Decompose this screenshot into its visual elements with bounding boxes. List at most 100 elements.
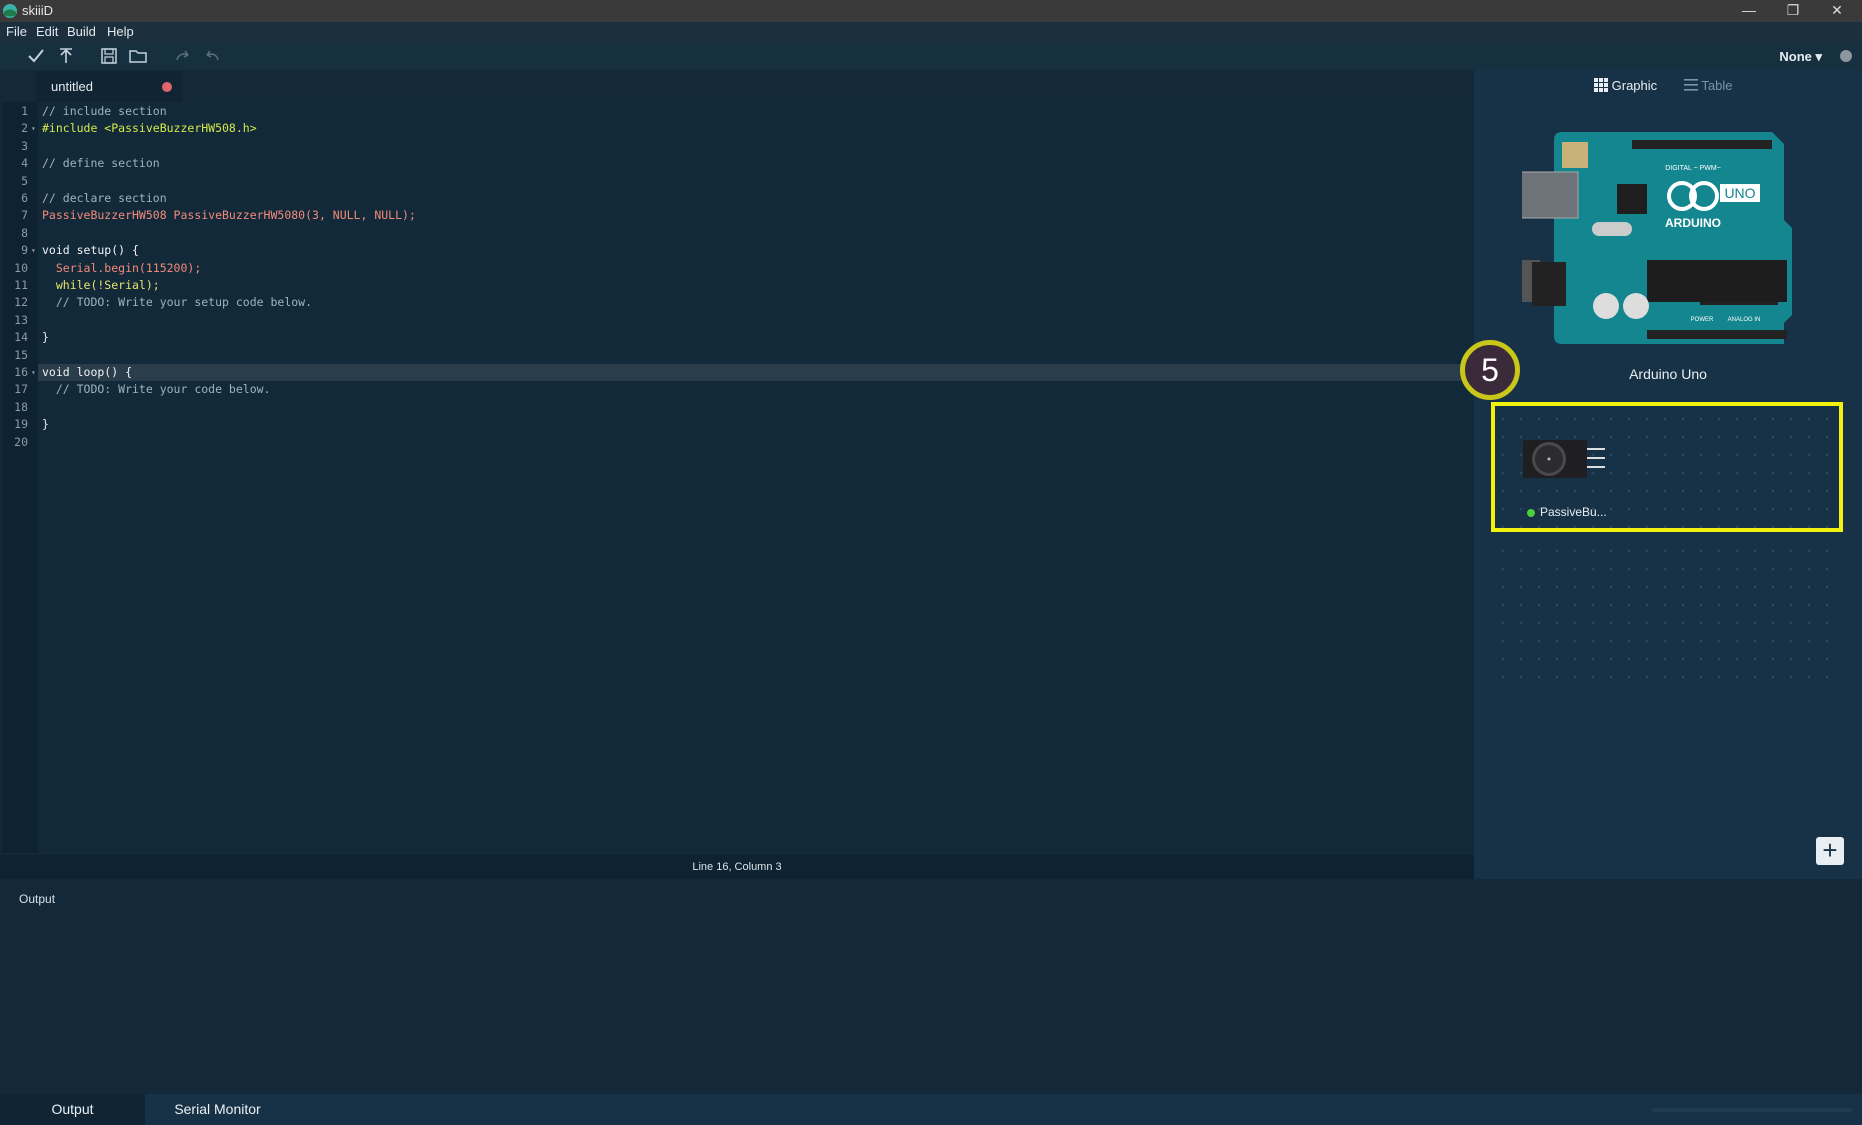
code-text: PassiveBuzzerHW508 PassiveBuzzerHW5080(3… <box>42 208 416 223</box>
code-text: // TODO: Write your code below. <box>42 382 271 397</box>
menu-build[interactable]: Build <box>67 24 96 39</box>
code-text: // include section <box>42 104 167 118</box>
code-line[interactable]: 11 while(!Serial); <box>14 277 1474 294</box>
restore-button[interactable]: ❐ <box>1771 0 1815 22</box>
redo-icon[interactable] <box>173 46 193 66</box>
progress-track <box>1652 1108 1852 1112</box>
tab-untitled[interactable]: untitled <box>36 71 182 102</box>
code-line[interactable]: 15 <box>14 347 1474 364</box>
line-number: 3 <box>21 138 28 153</box>
code-text: } <box>42 330 49 345</box>
folder-icon[interactable] <box>128 46 148 66</box>
close-button[interactable]: ✕ <box>1815 0 1859 22</box>
code-line[interactable]: 4 // define section <box>21 155 1474 172</box>
code-line[interactable]: 3 <box>21 138 1474 155</box>
line-number: 19 <box>14 417 28 432</box>
line-number: 16 <box>14 365 28 379</box>
menu-help[interactable]: Help <box>107 24 134 39</box>
editor-status-bar: Line 16, Column 3 <box>0 855 1474 879</box>
graphic-view-toggle[interactable]: Graphic <box>1594 78 1657 93</box>
board-digital-text: DIGITAL ~ PWM~ <box>1665 165 1721 172</box>
menu-file[interactable]: File <box>6 24 27 39</box>
code-line[interactable]: 17 // TODO: Write your code below. <box>14 381 1474 398</box>
code-line[interactable]: 20 <box>14 434 1474 451</box>
list-icon <box>1684 79 1698 91</box>
line-number: 10 <box>14 260 28 275</box>
arduino-uno-board[interactable]: UNO ARDUINO DIGITAL ~ PWM~ POWER ANALOG … <box>1522 130 1822 352</box>
line-number: 15 <box>14 347 28 362</box>
line-number: 13 <box>14 312 28 327</box>
code-line[interactable]: 16 ▾ void loop() { <box>14 364 1474 382</box>
toolbar: None ▾ <box>0 42 1862 71</box>
code-line[interactable]: 1 // include section <box>21 103 1474 120</box>
connection-status-icon <box>1840 50 1852 62</box>
output-panel: Output <box>0 879 1862 1094</box>
line-number: 9 <box>21 243 28 258</box>
board-arduino-text: ARDUINO <box>1665 216 1721 230</box>
output-title: Output <box>19 892 56 906</box>
code-line[interactable]: 14} <box>14 329 1474 346</box>
code-line[interactable]: 9 ▾ void setup() { <box>21 242 1474 259</box>
code-line[interactable]: 10 Serial.begin(115200); <box>14 260 1474 277</box>
code-line[interactable]: 13 <box>14 312 1474 329</box>
table-view-label: Table <box>1701 78 1733 93</box>
board-select-dropdown[interactable]: None ▾ <box>1779 49 1822 65</box>
code-text: // TODO: Write your setup code below. <box>42 295 313 310</box>
upload-arrow-icon[interactable] <box>56 46 76 66</box>
menu-bar: File Edit Build Help <box>0 22 1862 42</box>
code-text: void setup() { <box>42 243 139 258</box>
title-bar: skiiiD — ❐ ✕ <box>0 0 1862 22</box>
code-line[interactable]: 5 <box>21 173 1474 190</box>
fold-arrow-icon[interactable]: ▾ <box>31 242 36 259</box>
fold-arrow-icon[interactable]: ▾ <box>31 364 36 381</box>
line-number: 7 <box>21 208 28 223</box>
line-number: 6 <box>21 191 28 205</box>
line-number: 1 <box>21 104 28 118</box>
line-number: 18 <box>14 399 28 414</box>
code-line[interactable]: 8 <box>21 225 1474 242</box>
window-title: skiiiD <box>22 3 54 18</box>
board-name-label: Arduino Uno <box>1629 366 1707 382</box>
code-line[interactable]: 7 PassiveBuzzerHW508 PassiveBuzzerHW5080(… <box>21 207 1474 224</box>
tab-serial-monitor[interactable]: Serial Monitor <box>145 1094 290 1125</box>
code-text: // declare section <box>42 191 167 205</box>
undo-icon[interactable] <box>202 46 222 66</box>
minimize-button[interactable]: — <box>1727 0 1771 22</box>
check-icon[interactable] <box>26 46 46 66</box>
unsaved-indicator-icon <box>162 82 172 92</box>
app-logo-icon <box>3 4 17 18</box>
line-number: 20 <box>14 434 28 449</box>
empty-module-grid <box>1494 542 1844 692</box>
code-line[interactable]: 18 <box>14 399 1474 416</box>
code-line[interactable]: 6 // declare section <box>21 190 1474 207</box>
menu-edit[interactable]: Edit <box>36 24 58 39</box>
save-icon[interactable] <box>99 46 119 66</box>
code-text-area[interactable]: 1// include section 2 ▾ #include <PassiveBu… <box>14 102 1474 853</box>
board-power-text: POWER <box>1691 317 1714 323</box>
tutorial-step-badge: 5 <box>1460 340 1520 400</box>
code-text: } <box>42 417 49 432</box>
line-number: 8 <box>21 225 28 240</box>
bottom-tab-bar: Output Serial Monitor <box>0 1094 1862 1125</box>
tutorial-highlight-box <box>1491 402 1843 532</box>
board-analog-text: ANALOG IN <box>1728 317 1761 323</box>
line-number: 12 <box>14 295 28 310</box>
add-module-button[interactable]: + <box>1816 837 1844 865</box>
line-number: 5 <box>21 173 28 188</box>
code-text: Serial.begin(115200); <box>42 260 202 275</box>
code-text: while(!Serial); <box>42 278 160 292</box>
code-line[interactable]: 2 ▾ #include <PassiveBuzzerHW508.h> <box>21 120 1474 137</box>
tab-label: untitled <box>51 79 93 94</box>
code-line[interactable]: 19} <box>14 416 1474 433</box>
table-view-toggle[interactable]: Table <box>1684 78 1732 93</box>
line-number: 14 <box>14 330 28 345</box>
tab-output[interactable]: Output <box>0 1094 145 1125</box>
code-text: // define section <box>42 156 160 171</box>
line-number: 17 <box>14 382 28 397</box>
code-editor: untitled 1// include section 2 ▾ #include <… <box>0 70 1474 855</box>
fold-arrow-icon[interactable]: ▾ <box>31 120 36 137</box>
line-number: 2 <box>21 121 28 136</box>
code-text: #include <PassiveBuzzerHW508.h> <box>42 121 257 136</box>
code-line[interactable]: 12 // TODO: Write your setup code below. <box>14 294 1474 311</box>
graphic-view-label: Graphic <box>1611 78 1658 93</box>
